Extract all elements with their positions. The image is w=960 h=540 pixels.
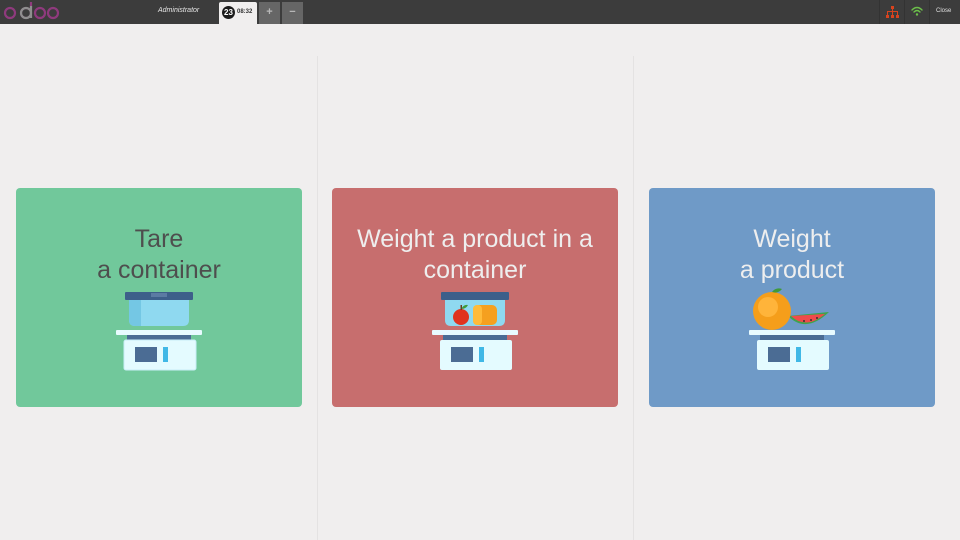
order-number: 23 <box>222 6 235 19</box>
add-order-button[interactable]: + <box>259 2 280 24</box>
topbar-separator <box>879 0 880 24</box>
column-divider <box>317 56 318 540</box>
network-status-icon[interactable] <box>911 6 923 16</box>
pos-topbar: Administrator 23 08:32 + − Close <box>0 0 960 24</box>
card-title: Tare a container <box>97 225 221 284</box>
topbar-separator <box>929 0 930 24</box>
card-title: Weight a product <box>739 225 845 284</box>
tare-container-button[interactable]: Tare a container <box>16 188 302 407</box>
order-time: 08:32 <box>237 9 253 15</box>
card-title: Weight a product in a container <box>357 225 593 284</box>
close-button[interactable]: Close <box>936 8 951 14</box>
topbar-separator <box>904 0 905 24</box>
scale-empty-container-icon <box>116 292 202 371</box>
remove-order-button[interactable]: − <box>282 2 303 24</box>
scale-container-fruits-icon <box>432 292 518 370</box>
username: Administrator <box>158 7 200 14</box>
weight-product-in-container-button[interactable]: Weight a product in a container <box>332 188 618 407</box>
order-tab[interactable]: 23 08:32 <box>219 2 257 24</box>
column-divider <box>633 56 634 540</box>
proxy-status-icon[interactable] <box>886 6 899 18</box>
weight-product-button[interactable]: Weight a product <box>649 188 935 407</box>
odoo-logo <box>3 2 60 20</box>
scale-fruits-icon <box>749 288 835 370</box>
